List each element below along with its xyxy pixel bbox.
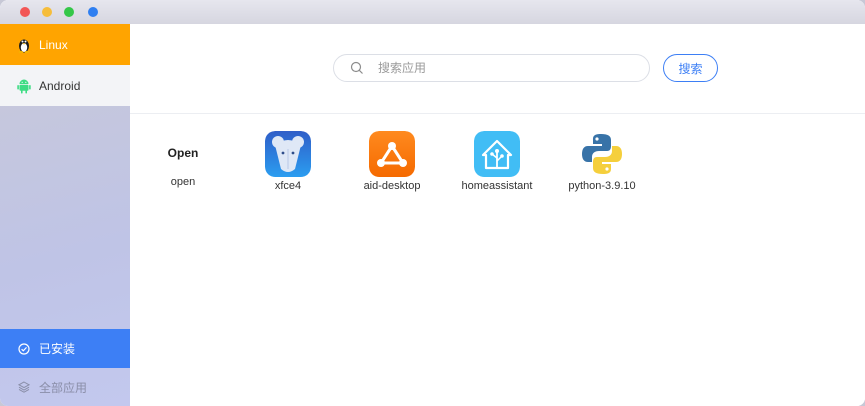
installed-apps-grid: Open open xfce4 aid-desktop homeassistan… [130, 114, 865, 406]
android-icon [16, 78, 32, 94]
app-name: xfce4 [274, 180, 302, 192]
xfce-mouse-icon [265, 131, 311, 177]
layers-icon [16, 379, 32, 395]
app-name: homeassistant [461, 180, 533, 192]
extra-window-button[interactable] [88, 7, 98, 17]
title-bar [0, 0, 865, 24]
search-bar-area: 搜索 [130, 24, 865, 114]
search-input[interactable] [378, 61, 618, 75]
app-tile-python[interactable]: python-3.9.10 [552, 131, 652, 192]
app-tile-aid-desktop[interactable]: aid-desktop [342, 131, 442, 192]
sidebar-item-label: Android [39, 78, 81, 93]
python-icon [579, 131, 625, 177]
app-tile-xfce4[interactable]: xfce4 [238, 131, 338, 192]
sidebar-item-linux[interactable]: Linux [0, 24, 130, 65]
main-panel: 搜索 Open open [130, 24, 865, 406]
sidebar: Linux Android 已安装 全部应用 [0, 24, 130, 406]
app-window: Linux Android 已安装 全部应用 搜索应用 搜索 Open open… [0, 0, 865, 406]
sidebar-item-label: Linux [39, 37, 68, 52]
sidebar-item-android[interactable]: Android [0, 65, 130, 106]
app-tile-homeassistant[interactable]: homeassistant [447, 131, 547, 192]
search-icon [350, 61, 364, 75]
aid-desktop-icon [369, 131, 415, 177]
app-name: aid-desktop [363, 180, 421, 192]
home-assistant-icon [474, 131, 520, 177]
open-link[interactable]: open [152, 176, 214, 188]
search-button[interactable]: 搜索 [663, 54, 718, 82]
sidebar-item-label: 已安装 [39, 342, 76, 356]
close-window-button[interactable] [20, 7, 30, 17]
open-title: Open [167, 146, 199, 160]
open-section: Open open [152, 144, 214, 188]
sidebar-item-label: 全部应用 [39, 380, 88, 395]
sidebar-item-installed[interactable]: 已安装 [0, 329, 130, 368]
check-circle-icon [16, 341, 32, 357]
minimize-window-button[interactable] [42, 7, 52, 17]
maximize-window-button[interactable] [64, 7, 74, 17]
sidebar-item-all-apps[interactable]: 全部应用 [0, 368, 130, 406]
search-box[interactable] [333, 54, 650, 82]
app-name: python-3.9.10 [568, 180, 636, 192]
penguin-icon [16, 37, 32, 53]
